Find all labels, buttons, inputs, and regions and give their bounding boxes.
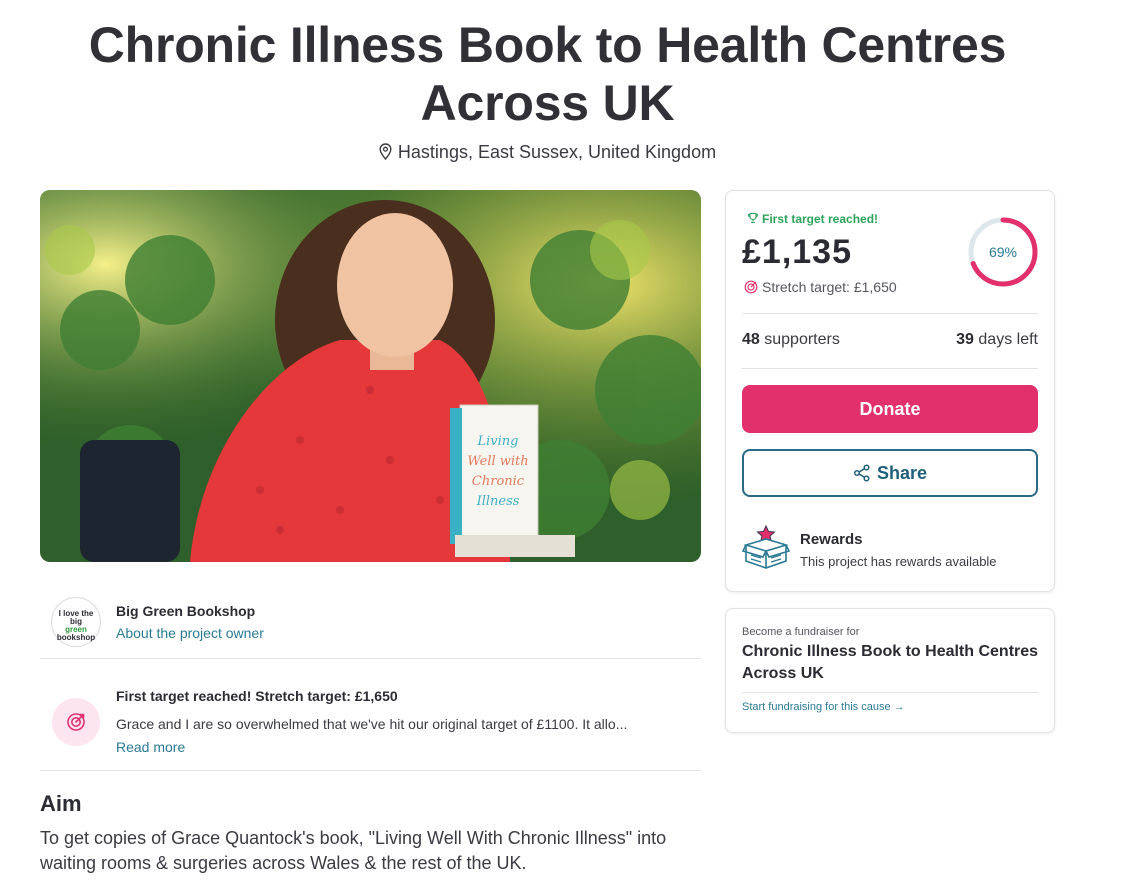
divider [742, 313, 1038, 314]
project-hero-image: Living Well with Chronic Illness [40, 190, 701, 562]
donate-button[interactable]: Donate [742, 385, 1038, 433]
days-number: 39 [956, 331, 974, 348]
supporters-number: 48 [742, 331, 760, 348]
page-title: Chronic Illness Book to Health Centres A… [88, 17, 1007, 131]
amount-raised: £1,135 [742, 233, 852, 271]
funding-card: First target reached! £1,135 Stretch tar… [725, 190, 1055, 592]
svg-text:Living: Living [477, 434, 519, 449]
location-text: Hastings, East Sussex, United Kingdom [397, 142, 717, 162]
update-title: First target reached! Stretch target: £1… [116, 688, 398, 704]
project-owner: I love the big green bookshop Big Green … [40, 590, 701, 659]
project-update: First target reached! Stretch target: £1… [40, 660, 701, 771]
badge-text: First target reached! [762, 212, 879, 226]
target-reached-badge: First target reached! [747, 212, 878, 226]
fundraiser-caption: Become a fundraiser for [742, 626, 860, 638]
svg-text:Well with: Well with [467, 454, 528, 469]
start-fundraising-link[interactable]: Start fundraising for this cause → [742, 701, 905, 713]
svg-text:Illness: Illness [476, 494, 520, 509]
stretch-target-text: Stretch target: £1,650 [762, 279, 897, 295]
divider [742, 368, 1038, 369]
target-icon-badge [52, 698, 100, 746]
target-icon [744, 280, 758, 294]
supporters-label: supporters [764, 331, 840, 348]
owner-logo-text-bottom: bookshop [56, 633, 96, 642]
rewards-title: Rewards [800, 531, 863, 548]
trophy-icon [747, 212, 759, 224]
owner-name: Big Green Bookshop [116, 603, 256, 619]
rewards-text: This project has rewards available [800, 554, 997, 569]
map-pin-icon [379, 143, 392, 161]
hero-photo: Living Well with Chronic Illness [40, 190, 701, 562]
days-left: 39 days left [956, 331, 1038, 349]
share-label: Share [876, 462, 928, 483]
target-icon [67, 713, 85, 731]
about-owner-link[interactable]: About the project owner [116, 625, 264, 641]
update-text: Grace and I are so overwhelmed that we'v… [116, 716, 628, 732]
divider [742, 692, 1038, 693]
stretch-target: Stretch target: £1,650 [744, 279, 897, 295]
progress-percent: 69% [988, 244, 1018, 260]
svg-text:Chronic: Chronic [472, 474, 525, 489]
supporters-count: 48 supporters [742, 331, 840, 349]
read-more-link[interactable]: Read more [116, 739, 185, 755]
rewards-box-icon [742, 525, 790, 569]
aim-heading: Aim [40, 791, 82, 816]
aim-text: To get copies of Grace Quantock's book, … [40, 828, 667, 873]
project-location: Hastings, East Sussex, United Kingdom [40, 142, 1055, 163]
days-label: days left [978, 331, 1038, 348]
share-button[interactable]: Share [742, 449, 1038, 497]
fundraiser-title: Chronic Illness Book to Health Centres A… [742, 643, 1039, 682]
share-icon [853, 463, 870, 482]
owner-logo[interactable]: I love the big green bookshop [51, 597, 101, 647]
fundraiser-card: Become a fundraiser for Chronic Illness … [725, 608, 1055, 733]
